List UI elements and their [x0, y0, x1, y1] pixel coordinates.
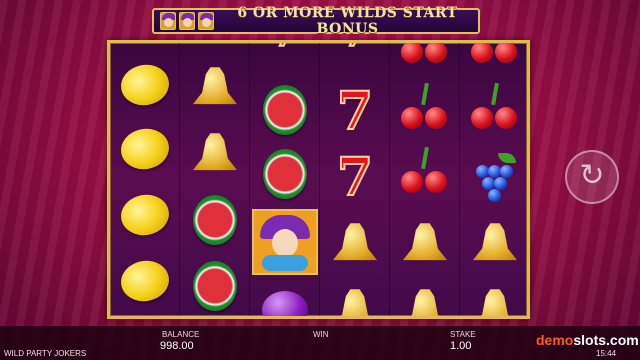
- game-title: WILD PARTY JOKERS: [4, 349, 87, 358]
- cherry-icon: [467, 43, 523, 71]
- brand-slots: slots.com: [573, 332, 639, 348]
- seven-icon: 7: [336, 147, 374, 208]
- lemon-icon: [114, 188, 176, 242]
- reels-frame: 7 7 7 7: [107, 40, 530, 319]
- joker-badge-icon: [160, 12, 176, 30]
- brand-logo: demoslots.com: [536, 332, 639, 348]
- clock: 15:44: [596, 349, 617, 358]
- bell-icon: [472, 223, 518, 261]
- spin-arrow-icon: ↻: [579, 158, 605, 193]
- seven-icon: 7: [336, 81, 374, 142]
- stake-label: STAKE: [450, 330, 476, 339]
- watermelon-icon: [263, 85, 307, 135]
- joker-face-icon: [272, 229, 298, 257]
- seven-icon: 7: [258, 43, 312, 54]
- lemon-icon: [114, 254, 176, 308]
- reel-4: 7 7 7: [320, 43, 390, 316]
- bell-icon: [192, 133, 238, 171]
- seven-icon: 7: [328, 43, 382, 54]
- joker-wild-icon: [252, 209, 318, 275]
- bell-icon: [402, 289, 448, 316]
- spin-button[interactable]: ↻: [565, 150, 619, 204]
- cherry-icon: [397, 146, 453, 201]
- reel-6: [460, 43, 527, 316]
- bell-icon: [402, 223, 448, 261]
- reel-2: [180, 43, 250, 316]
- bell-icon: [332, 223, 378, 261]
- win-label: WIN: [313, 330, 329, 339]
- watermelon-icon: [263, 149, 307, 199]
- bonus-banner: 6 OR MORE WILDS START BONUS: [152, 5, 480, 37]
- watermelon-icon: [193, 195, 237, 245]
- lemon-icon: [114, 122, 176, 176]
- lemon-icon: [114, 58, 176, 112]
- balance-value: 998.00: [160, 340, 194, 352]
- game-stage: 6 OR MORE WILDS START BONUS 7 7 ↻ BALANC…: [0, 0, 640, 360]
- plum-icon: [262, 291, 308, 316]
- grapes-icon: [468, 151, 522, 205]
- stake-value[interactable]: 1.00: [450, 340, 471, 352]
- joker-badge-icon: [179, 12, 195, 30]
- cherry-icon: [397, 43, 453, 71]
- brand-demo: demo: [536, 332, 574, 348]
- balance-label: BALANCE: [162, 330, 200, 339]
- bell-icon: [192, 67, 238, 105]
- reel-3: 7: [250, 43, 320, 316]
- bell-icon: [472, 289, 518, 316]
- reel-1: [110, 43, 180, 316]
- joker-collar-icon: [262, 255, 308, 271]
- bonus-banner-text: 6 OR MORE WILDS START BONUS: [237, 5, 458, 37]
- watermelon-icon: [193, 261, 237, 311]
- reel-5: [390, 43, 460, 316]
- bell-icon: [332, 289, 378, 316]
- joker-badge-icon: [198, 12, 214, 30]
- cherry-icon: [467, 82, 523, 137]
- cherry-icon: [397, 82, 453, 137]
